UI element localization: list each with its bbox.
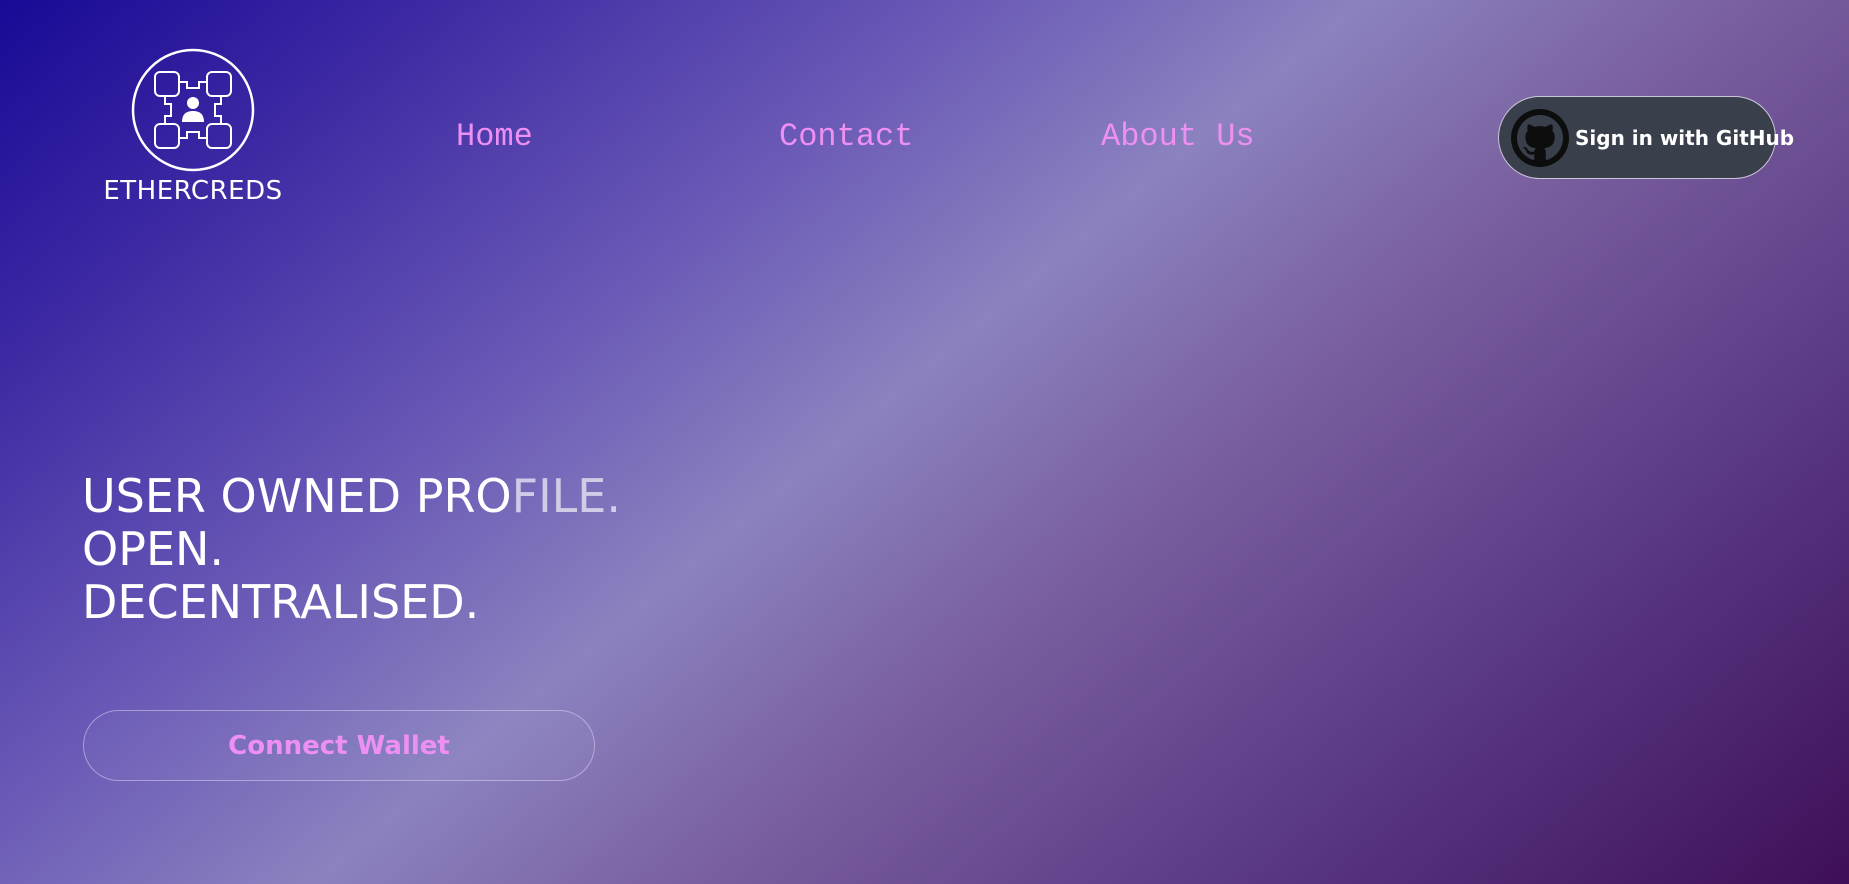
nav-home-link[interactable]: Home — [456, 118, 533, 155]
hero-line-1: USER OWNED PROFILE. — [82, 470, 621, 523]
brand-name: ETHERCREDS — [103, 176, 283, 206]
nav-about-us-link[interactable]: About Us — [1101, 118, 1255, 155]
hero-line-3: DECENTRALISED. — [82, 575, 480, 629]
github-sign-in-button[interactable]: Sign in with GitHub — [1498, 96, 1794, 179]
github-icon — [1511, 108, 1569, 167]
connect-wallet-button[interactable]: Connect Wallet — [83, 710, 595, 781]
brand-logo[interactable]: ETHERCREDS — [100, 48, 286, 206]
hero-line-1-faded: FILE. — [511, 469, 621, 523]
hero-line-1-main: USER OWNED PRO — [82, 469, 512, 523]
github-sign-in-label: Sign in with GitHub — [1575, 125, 1795, 150]
hero-heading: USER OWNED PROFILE. OPEN. DECENTRALISED. — [82, 470, 621, 629]
nav-contact-link[interactable]: Contact — [779, 118, 913, 155]
hero-line-2: OPEN. — [82, 522, 225, 576]
blockchain-user-network-icon — [131, 48, 255, 172]
